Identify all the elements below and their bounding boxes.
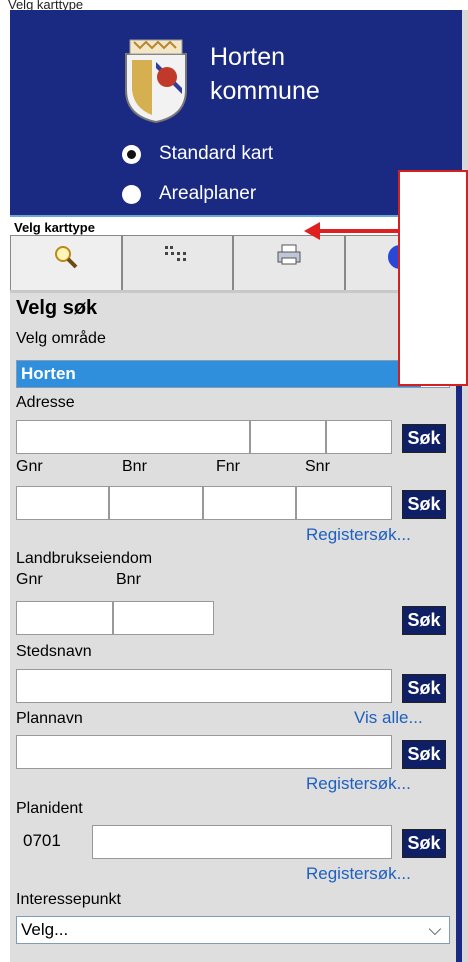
plan-name-search-button[interactable]: Søk	[402, 740, 446, 769]
bnr-input[interactable]	[109, 486, 203, 520]
plan-name-input[interactable]	[16, 735, 392, 769]
farm-label: Landbrukseiendom	[16, 550, 153, 567]
show-all-link[interactable]: Vis alle...	[354, 708, 423, 728]
gnr-input[interactable]	[16, 486, 109, 520]
brand-line-1: Horten	[210, 43, 286, 71]
bnr-label: Bnr	[122, 458, 147, 475]
address-number-input[interactable]	[250, 420, 326, 454]
plan-id-prefix: 0701	[23, 831, 61, 850]
farm-gnr-input[interactable]	[16, 601, 113, 635]
poi-select-value: Velg...	[21, 920, 69, 939]
place-search-button[interactable]: Søk	[402, 674, 446, 703]
chevron-down-icon[interactable]: ⌵	[421, 917, 449, 943]
plan-register-search-link[interactable]: Registersøk...	[306, 774, 411, 794]
map-edge	[456, 10, 468, 962]
plan-id-register-search-link[interactable]: Registersøk...	[306, 864, 411, 884]
plan-id-search-button[interactable]: Søk	[402, 829, 446, 858]
radio-area-plans[interactable]: Arealplaner	[122, 183, 256, 205]
annotation-callout-box	[398, 170, 468, 386]
area-select[interactable]: Horten ⌵	[16, 360, 450, 388]
search-panel: Velg søk Velg område Horten ⌵ Adresse Sø…	[10, 235, 456, 962]
radio-label: Standard kart	[159, 143, 274, 164]
printer-icon	[277, 244, 301, 265]
address-letter-input[interactable]	[326, 420, 392, 454]
brand-line-2: kommune	[210, 77, 320, 105]
farm-bnr-label: Bnr	[116, 571, 141, 588]
radio-unchecked-icon[interactable]	[122, 184, 141, 204]
gnr-label: Gnr	[16, 458, 43, 475]
plan-name-label: Plannavn	[16, 710, 83, 727]
address-search-button[interactable]: Søk	[402, 424, 446, 453]
plan-id-input[interactable]	[92, 825, 392, 859]
radio-standard-map[interactable]: Standard kart	[122, 143, 273, 165]
fnr-input[interactable]	[203, 486, 296, 520]
fnr-label: Fnr	[216, 458, 240, 475]
tab-search[interactable]	[10, 235, 122, 291]
radio-label: Arealplaner	[159, 183, 257, 204]
place-input[interactable]	[16, 669, 392, 703]
radio-checked-icon[interactable]	[122, 144, 141, 164]
plan-id-label: Planident	[16, 800, 83, 817]
tab-print[interactable]	[233, 235, 345, 291]
area-label: Velg område	[16, 330, 106, 347]
annotation-arrow-icon	[304, 222, 320, 240]
poi-label: Interessepunkt	[16, 891, 121, 908]
snr-input[interactable]	[296, 486, 392, 520]
poi-select[interactable]: Velg... ⌵	[16, 916, 450, 944]
annotation-arrow-line	[318, 229, 400, 233]
search-heading: Velg søk	[16, 297, 98, 319]
municipality-name: Horten kommune	[210, 40, 320, 108]
app-header: Horten kommune Standard kart Arealplaner	[10, 10, 456, 215]
address-label: Adresse	[16, 394, 75, 411]
tool-tabs	[10, 235, 456, 291]
farm-bnr-input[interactable]	[113, 601, 214, 635]
place-label: Stedsnavn	[16, 643, 92, 660]
layers-grid-icon	[165, 246, 187, 261]
snr-label: Snr	[305, 458, 330, 475]
area-select-value: Horten	[21, 364, 76, 383]
farm-search-button[interactable]: Søk	[402, 606, 446, 635]
farm-gnr-label: Gnr	[16, 571, 43, 588]
address-street-input[interactable]	[16, 420, 250, 454]
tab-layers[interactable]	[121, 235, 233, 291]
register-search-link[interactable]: Registersøk...	[306, 525, 411, 545]
municipality-crest-icon	[125, 39, 187, 124]
cadastre-search-button[interactable]: Søk	[402, 490, 446, 519]
magnifier-icon	[54, 246, 78, 269]
